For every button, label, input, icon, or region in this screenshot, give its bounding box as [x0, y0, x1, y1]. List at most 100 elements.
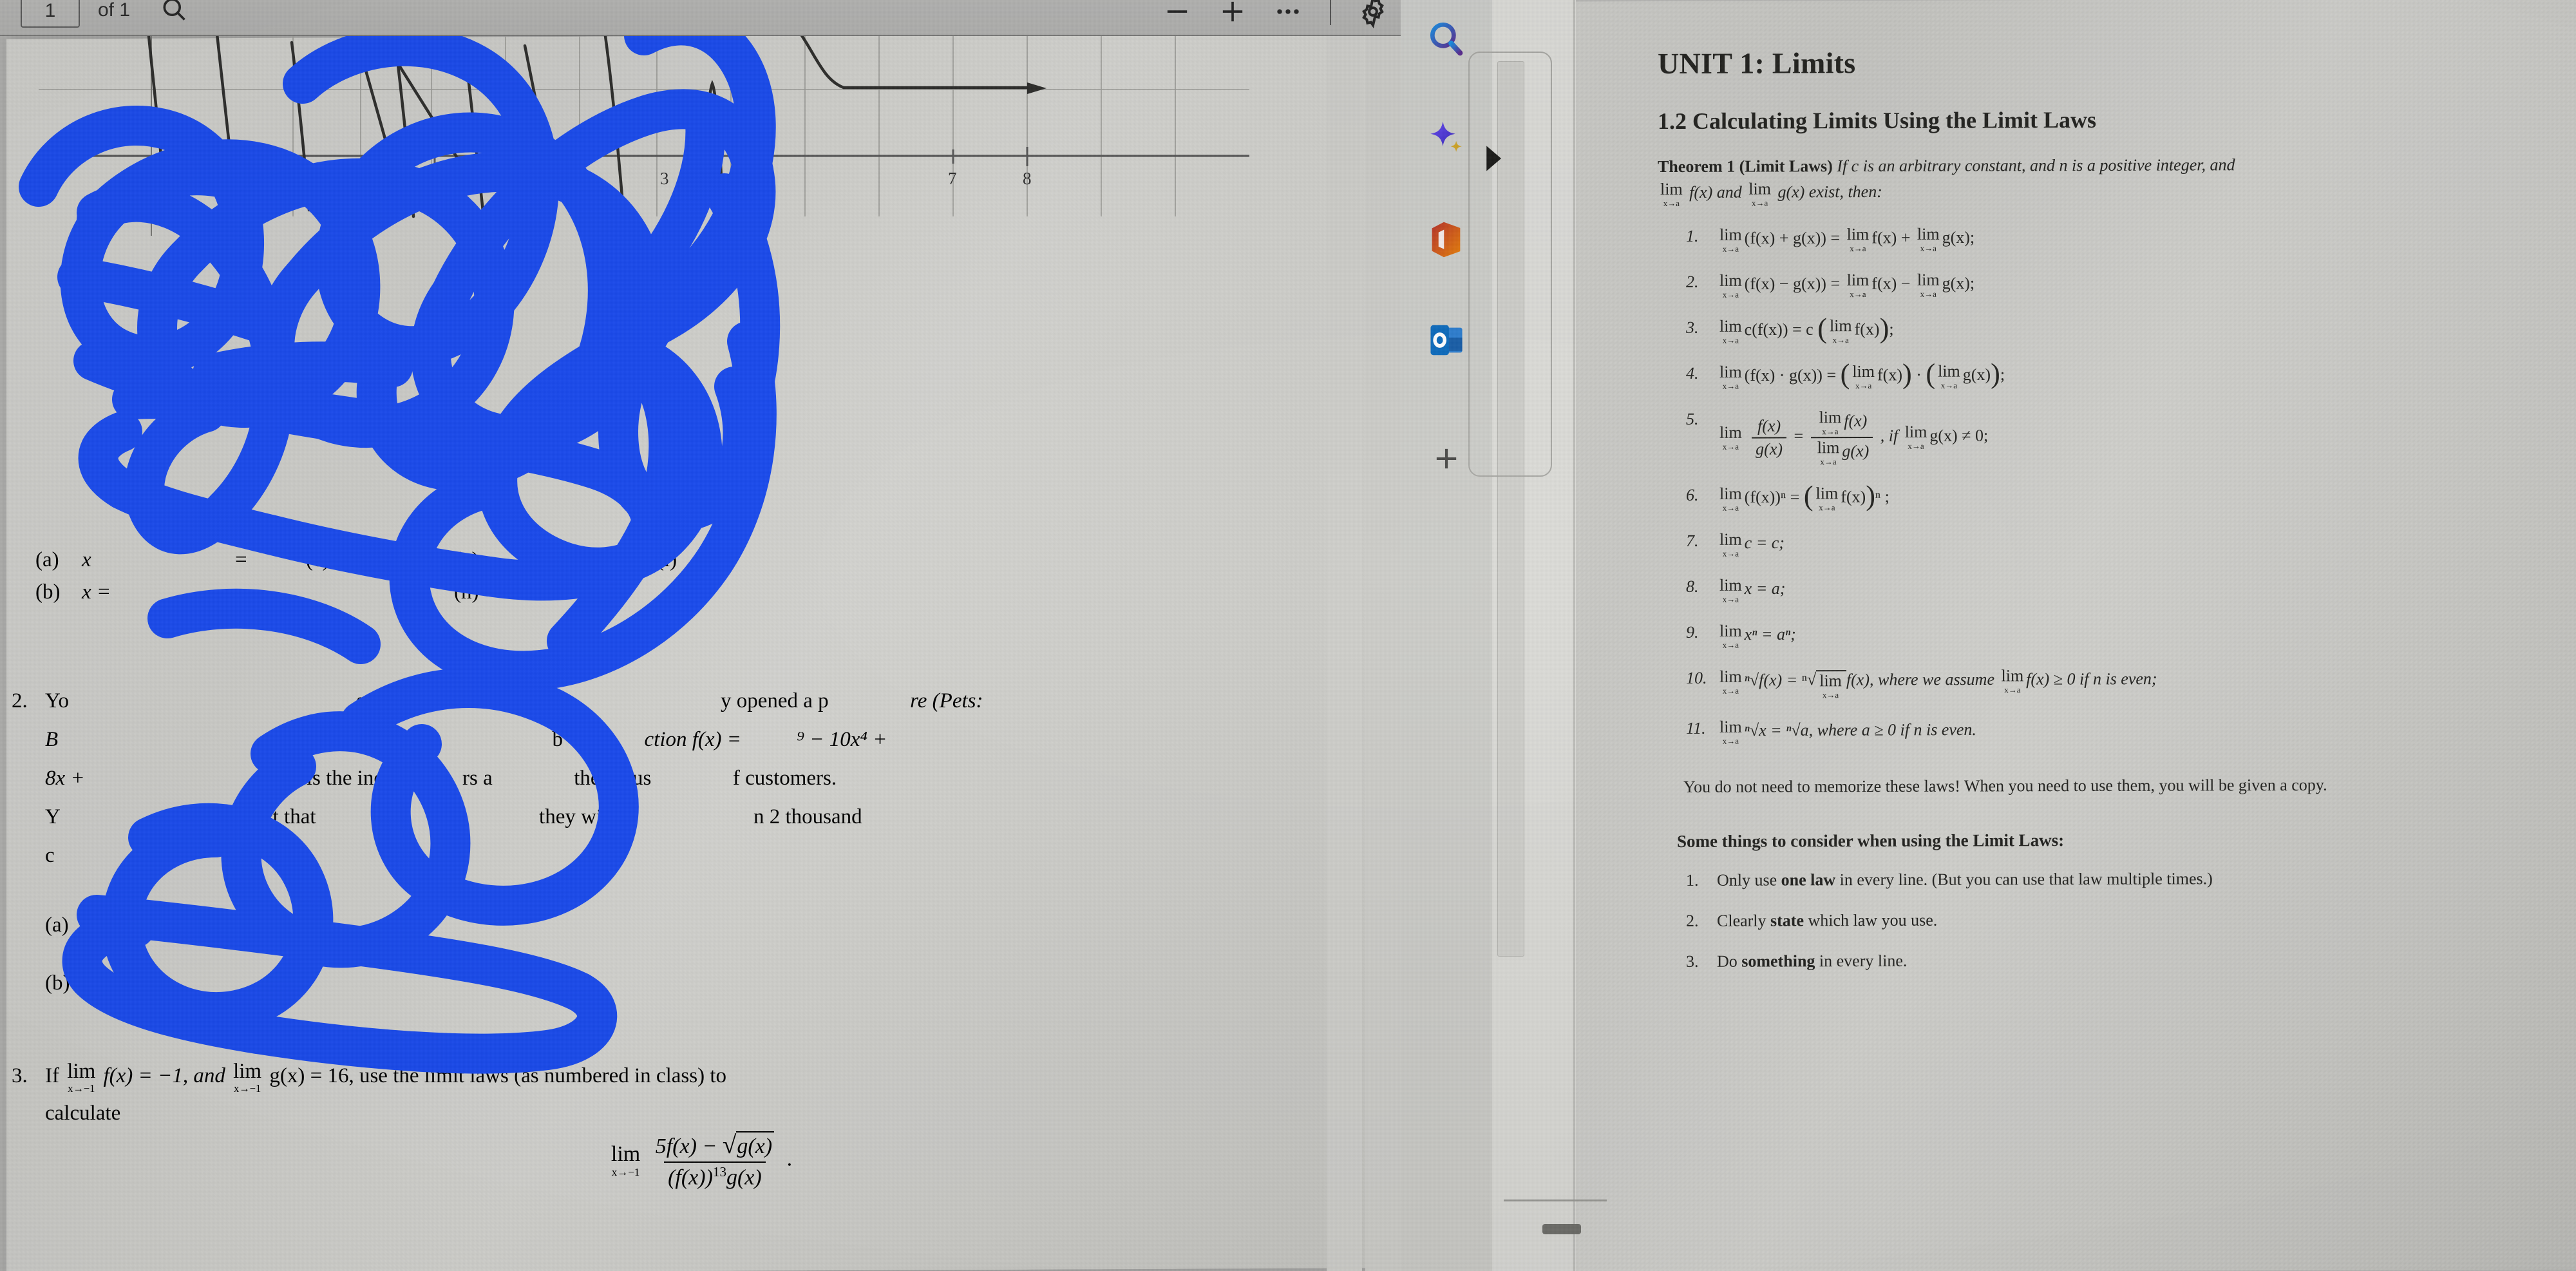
q2-line-4: Y rs project that they will n 2 thousand [45, 805, 862, 828]
considerations-list: 1. Only use one law in every line. (But … [1686, 868, 2576, 971]
consideration-item: 1. Only use one law in every line. (But … [1686, 868, 2576, 890]
graph-x-tick-2: 2 [583, 169, 592, 188]
unit-title: UNIT 1: Limits [1658, 46, 1856, 81]
consideration-item: 2. Clearly state which law you use. [1686, 908, 2576, 930]
considerations-title: Some things to consider when using the L… [1677, 830, 2065, 851]
bing-search-icon[interactable] [1419, 12, 1473, 66]
q2-line-5: c [45, 844, 55, 867]
add-icon[interactable] [1419, 432, 1473, 486]
q3-formula-denominator: (f(x))13g(x) [664, 1161, 766, 1190]
limit-law-item: 5. lim x→a f(x) g(x) = lim x→a f(x) lim x→a g(… [1686, 406, 2576, 466]
law-index: 7. [1686, 531, 1699, 550]
answer-g-label: (g) [454, 548, 479, 571]
zoom-out-button[interactable] [1150, 0, 1205, 30]
law-index: 10. [1686, 668, 1707, 687]
law-index: 1. [1686, 226, 1699, 245]
worksheet-question-2-subparts: (a) (b) [45, 896, 70, 1012]
panel-expand-arrow-icon[interactable] [1480, 142, 1506, 178]
limit-law-item: 4. lim x→a (f(x) · g(x)) = (lim x→a f(x)) · … [1686, 358, 2576, 391]
limit-law-item: 1. lim x→a (f(x) + g(x)) = lim x→a f(x) + li… [1686, 224, 2576, 253]
law-index: 11. [1686, 719, 1706, 738]
theorem-text-3: g(x) exist, then: [1777, 182, 1882, 202]
consideration-index: 3. [1686, 951, 1699, 971]
theorem-text-2: f(x) and [1689, 182, 1742, 202]
q3-formula-numerator: 5f(x) − √ g(x) [652, 1131, 778, 1161]
limit-law-item: 2. lim x→a (f(x) − g(x)) = lim x→a f(x) − li… [1686, 269, 2576, 300]
zoom-in-button[interactable] [1205, 0, 1260, 30]
answer-b-label: (b) [35, 580, 61, 604]
page-right-margin [1327, 36, 1362, 1271]
consideration-body: Clearly state which law you use. [1717, 910, 1938, 930]
limit-laws-list: 1. lim x→a (f(x) + g(x)) = lim x→a f(x) + li… [1686, 224, 2576, 747]
sqrt-icon: √ g(x) [723, 1131, 775, 1160]
graph-y-tick-1: 1 [357, 36, 366, 55]
q3-line-2: calculate [45, 1102, 121, 1125]
pdf-toolbar: 1 of 1 [0, 0, 1401, 36]
more-options-button[interactable] [1260, 0, 1316, 30]
worksheet-question-2: 2. Yo s In at y opened a p re (Pets: B m… [12, 682, 1319, 875]
pdf-pane-gap [1365, 0, 1405, 1271]
answer-a-value: x [82, 548, 91, 571]
q2-line-1: Yo s In at y opened a p re (Pets: [45, 689, 983, 712]
law-index: 6. [1686, 485, 1699, 504]
limit-law-item: 6. lim x→a (f(x))ⁿ = (lim x→a f(x))ⁿ ; [1686, 479, 2576, 513]
answer-e-value: 3 [396, 548, 407, 571]
law-index: 5. [1686, 409, 1699, 428]
law-index: 4. [1686, 363, 1699, 383]
answer-b-value: x = [82, 580, 111, 604]
limit-law-item: 11. lim x→a ⁿ√x = ⁿ√a, where a ≥ 0 if n is… [1686, 716, 2576, 747]
answer-i-label: (i) [657, 548, 677, 571]
answer-equals: = [235, 548, 247, 571]
q3-formula-period: . [786, 1147, 793, 1171]
theorem-text-1: If c is an arbitrary constant, and n is … [1837, 155, 2235, 176]
limit-law-item: 10. lim x→a ⁿ√f(x) = ⁿ√ lim x→a f(x), where w… [1686, 665, 2576, 700]
answer-h-value: 6 [531, 580, 542, 604]
limit-law-item: 9. lim x→a xⁿ = aⁿ; [1686, 620, 2576, 649]
law-body: lim x→a f(x) g(x) = lim x→a f(x) lim x→a g(x) … [1719, 407, 1989, 467]
theorem-label: Theorem 1 (Limit Laws) [1658, 157, 1833, 177]
consideration-body: Do something in every line. [1717, 951, 1908, 971]
law-body: lim x→a c(f(x)) = c (lim x→a f(x)); [1719, 312, 1894, 345]
page-count-label: of 1 [98, 0, 131, 21]
toolbar-divider [1330, 0, 1331, 25]
limit-law-item: 8. lim x→a x = a; [1686, 574, 2576, 604]
page-number-input[interactable]: 1 [21, 0, 80, 28]
law-index: 2. [1686, 272, 1699, 291]
consideration-item: 3. Do something in every line. [1686, 949, 2576, 971]
microsoft-365-icon[interactable] [1419, 213, 1473, 267]
graph-x-tick-7: 7 [948, 169, 957, 188]
nth-root-icon: ⁿ√ lim x→a [1802, 670, 1846, 700]
q2-subpart-a: (a) [45, 913, 69, 937]
pdf-viewport[interactable]: -2 1 2 3 4 7 8 (a) x (b) x = = (e) 3 4 (… [0, 36, 1401, 1271]
worksheet-question-3: 3. If lim x→−1 f(x) = −1, and lim x→−1 g… [12, 1057, 1319, 1132]
search-icon[interactable] [160, 0, 188, 26]
law-body: lim x→a ⁿ√x = ⁿ√a, where a ≥ 0 if n is eve… [1719, 717, 1976, 747]
bottom-handle[interactable] [1542, 1224, 1581, 1234]
law-body: lim x→a x = a; [1719, 575, 1786, 604]
law-body: lim x→a (f(x) · g(x)) = (lim x→a f(x)) · (li… [1719, 358, 2005, 391]
graph-x-tick-3: 3 [660, 169, 669, 188]
consideration-index: 2. [1686, 911, 1699, 930]
answer-e-label: (e) [306, 548, 330, 571]
bottom-thin-line [1504, 1199, 1607, 1201]
theorem-statement: Theorem 1 (Limit Laws) If c is an arbitr… [1658, 151, 2576, 208]
gear-icon[interactable] [1345, 0, 1401, 30]
answer-h-label: (h) [454, 580, 479, 604]
law-body: lim x→a c = c; [1719, 530, 1785, 559]
law-body: lim x→a (f(x))ⁿ = (lim x→a f(x))ⁿ ; [1719, 479, 1889, 513]
q2-subpart-b: (b) [45, 971, 70, 995]
graph-x-tick--2: -2 [124, 169, 138, 188]
copilot-sparkle-icon[interactable] [1419, 112, 1473, 166]
memorize-note: You do not need to memorize these laws! … [1683, 776, 2327, 797]
answer-a-label: (a) [35, 548, 59, 571]
law-body: lim x→a (f(x) − g(x)) = lim x→a f(x) − lim x→… [1719, 270, 1975, 300]
q3-limit-2: lim x→−1 [233, 1059, 262, 1094]
law-index: 9. [1686, 622, 1699, 642]
sidebar-panel-outline [1468, 52, 1552, 477]
law-index: 3. [1686, 318, 1699, 337]
outlook-icon[interactable] [1419, 313, 1473, 367]
law-index: 8. [1686, 577, 1699, 596]
answer-i-value: x [705, 548, 715, 571]
question-3-number: 3. [12, 1064, 28, 1087]
reference-document-pane: UNIT 1: Limits 1.2 Calculating Limits Us… [1575, 0, 2576, 1271]
